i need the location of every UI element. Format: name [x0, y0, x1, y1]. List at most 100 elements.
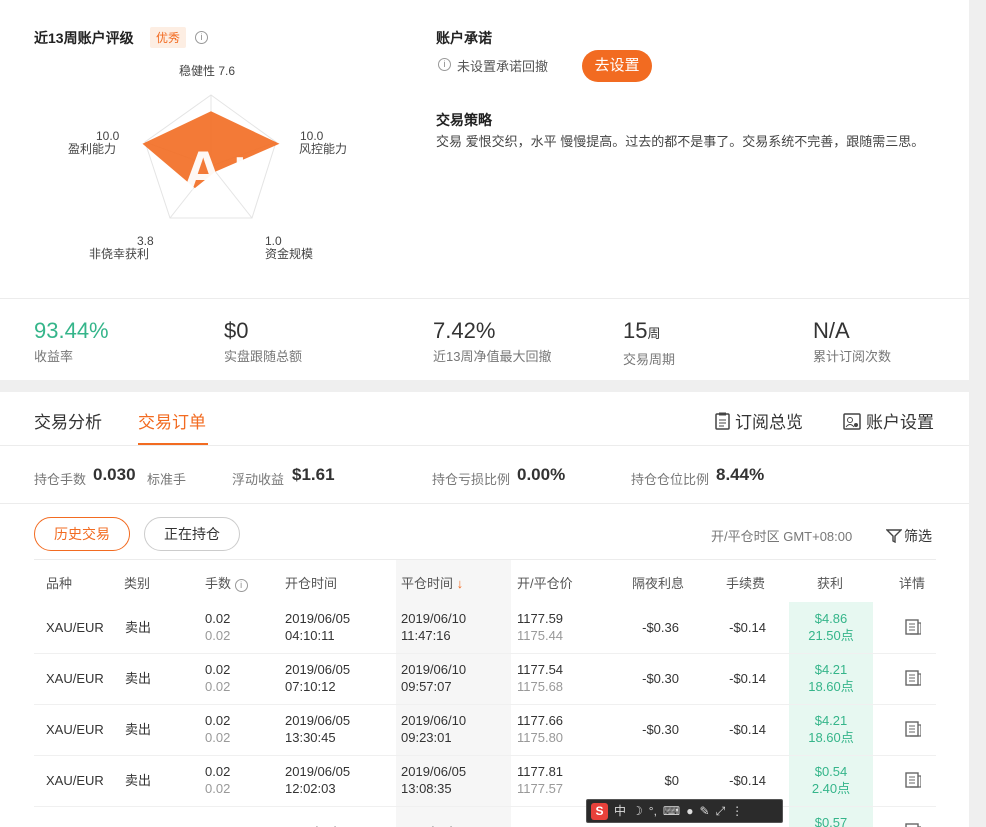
moon-icon[interactable]: ☽	[632, 800, 643, 822]
stat-return: 93.44% 收益率	[34, 318, 109, 365]
th-swap: 隔夜利息	[632, 576, 685, 591]
commitment-title: 账户承诺	[436, 30, 492, 46]
cell-close-time: 09:23:01	[401, 730, 452, 745]
stat-value: 15	[623, 318, 648, 343]
expand-icon[interactable]: ⤢	[716, 800, 726, 822]
stat-value: N/A	[813, 318, 850, 343]
summary-float-label: 浮动收益	[232, 472, 285, 487]
cell-points: 18.60点	[808, 679, 854, 694]
cell-points: 21.50点	[808, 628, 854, 643]
cell-close-price: 1175.68	[517, 679, 564, 694]
filter-button[interactable]: 筛选	[885, 526, 932, 546]
subscription-overview-link[interactable]: 订阅总览	[715, 408, 803, 433]
ime-logo-icon[interactable]: S	[591, 802, 608, 820]
th-close-time-label: 平仓时间	[401, 576, 454, 591]
th-close-time[interactable]: 平仓时间 ↓	[401, 573, 463, 592]
tab-trade-analysis[interactable]: 交易分析	[34, 408, 102, 433]
cell-open-date: 2019/06/05	[285, 764, 351, 779]
cell-symbol: XAU/EUR	[46, 620, 104, 635]
cell-close-time: 13:08:35	[401, 781, 452, 796]
stat-trading-period: 15周 交易周期	[623, 318, 675, 368]
strategy-title: 交易策略	[436, 112, 492, 128]
detail-icon[interactable]	[905, 772, 921, 788]
account-settings-icon	[843, 413, 861, 430]
ime-mode-toggle[interactable]: 中	[614, 800, 626, 822]
detail-icon[interactable]	[905, 619, 921, 635]
cell-profit: $4.21	[814, 662, 848, 677]
cell-open-date: 2019/06/03	[285, 823, 350, 827]
cell-open-price: 1177.81	[517, 764, 564, 779]
summary-float-value: $1.61	[292, 465, 335, 484]
summary-lots-label: 持仓手数	[34, 472, 87, 487]
cell-open-time: 13:30:45	[285, 730, 336, 745]
detail-icon[interactable]	[905, 721, 921, 737]
th-symbol: 品种	[46, 576, 73, 591]
cell-lots: 0.02	[205, 764, 231, 779]
cell-close-price: 1175.44	[517, 628, 564, 643]
cell-open-price: 1177.59	[517, 611, 564, 626]
axis-label-nonluck: 非侥幸获利	[89, 247, 150, 261]
tab-trade-orders[interactable]: 交易订单	[138, 408, 206, 433]
detail-icon[interactable]	[905, 670, 921, 686]
open-positions-button[interactable]: 正在持仓	[144, 517, 240, 551]
cell-swap: -$0.36	[642, 620, 679, 635]
subscription-overview-label: 订阅总览	[735, 413, 803, 432]
th-lots[interactable]: 手数 i	[205, 573, 248, 592]
stat-follow-total: $0 实盘跟随总额	[224, 318, 302, 365]
chevron-down-icon[interactable]: ⋮	[731, 800, 743, 822]
cell-open-date: 2019/06/05	[285, 611, 351, 626]
row-separator	[34, 704, 936, 705]
cell-lots2: 0.02	[205, 679, 231, 694]
rating-grade: A+	[183, 139, 256, 202]
punctuation-icon[interactable]: °,	[649, 800, 657, 822]
cell-symbol: XAU/EUR	[46, 671, 104, 686]
cell-close-date: 2019/06/10	[401, 713, 467, 728]
cell-close-date: 2019/06/10	[401, 611, 467, 626]
cell-lots2: 0.02	[205, 628, 231, 643]
cell-open-time: 07:10:12	[285, 679, 336, 694]
th-lots-label: 手数	[205, 576, 232, 591]
th-price: 开/平仓价	[517, 576, 573, 591]
detail-icon[interactable]	[905, 823, 921, 827]
summary-position-value: 8.44%	[716, 465, 765, 484]
th-detail: 详情	[899, 576, 926, 591]
cell-lots: 0.02	[205, 611, 231, 626]
ime-toolbar[interactable]: S 中 ☽ °, ⌨ ● ✎ ⤢ ⋮	[586, 799, 783, 823]
row-separator	[34, 755, 936, 756]
axis-label-capital: 资金规模	[265, 247, 314, 261]
cell-open-price: 1175.63	[517, 823, 563, 827]
cell-open-time: 04:10:11	[285, 628, 335, 643]
cell-swap: -$0.30	[642, 722, 679, 737]
timezone-label: 开/平仓时区 GMT+08:00	[711, 529, 853, 544]
cell-swap: -$0.30	[642, 671, 679, 686]
cell-lots2: 0.02	[205, 730, 231, 745]
strategy-text: 交易 爱恨交织，水平 慢慢提高。过去的都不是事了。交易系统不完善，跟随需三思。	[436, 134, 925, 149]
divider	[0, 503, 969, 504]
cell-lots2: 0.02	[205, 781, 231, 796]
th-type: 类别	[124, 576, 151, 591]
divider	[34, 559, 936, 560]
row-separator	[34, 653, 936, 654]
cell-fee: -$0.14	[729, 620, 766, 635]
summary-lots-unit: 标准手	[147, 472, 187, 487]
account-settings-link[interactable]: 账户设置	[843, 408, 934, 433]
history-trades-button[interactable]: 历史交易	[34, 517, 130, 551]
setup-commitment-button[interactable]: 去设置	[582, 50, 652, 82]
wrench-icon[interactable]: ✎	[700, 800, 710, 822]
stat-value: $0	[224, 318, 249, 343]
th-fee: 手续费	[726, 576, 766, 591]
stat-label: 实盘跟随总额	[224, 349, 303, 364]
row-separator	[34, 806, 936, 807]
cell-profit: $0.54	[814, 764, 848, 779]
cell-fee: -$0.14	[729, 671, 766, 686]
cell-close-date: 2019/06/10	[401, 662, 467, 677]
keyboard-icon[interactable]: ⌨	[663, 800, 680, 822]
divider	[0, 298, 969, 299]
summary-loss-value: 0.00%	[517, 465, 566, 484]
info-icon[interactable]: i	[234, 579, 248, 592]
cell-close-price: 1177.57	[517, 781, 564, 796]
summary-position-label: 持仓仓位比例	[631, 472, 710, 487]
cell-open-price: 1177.66	[517, 713, 564, 728]
th-open-time[interactable]: 开仓时间	[285, 573, 337, 592]
user-icon[interactable]: ●	[686, 800, 693, 822]
